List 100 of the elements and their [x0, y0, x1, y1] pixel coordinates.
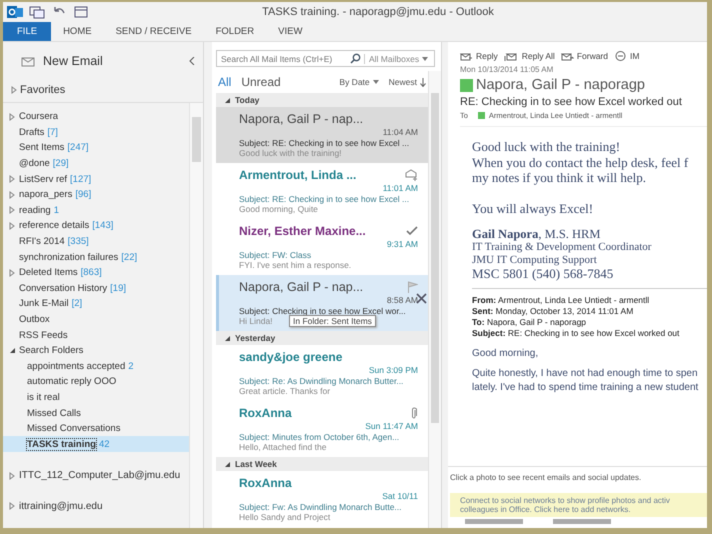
- message-line: my notes if you think it will help.: [472, 170, 648, 186]
- ribbon-tab[interactable]: FOLDER: [204, 22, 266, 41]
- meeting-response-icon: [405, 169, 418, 181]
- window-icon[interactable]: [73, 4, 89, 20]
- message-item[interactable]: RoxAnna Sun 11:47 AM Subject: Minutes from October 6th, Agen... Hello, Attached find the: [216, 401, 428, 457]
- filter-tab[interactable]: Unread: [239, 75, 283, 89]
- message-item[interactable]: sandy&joe greene Sun 3:09 PM Subject: Re: As Dwindling Monarch Butter... Great article. Thanks for: [216, 345, 428, 401]
- signature-line: JMU IT Computing Support: [472, 254, 598, 267]
- ribbon-tab[interactable]: HOME: [51, 22, 104, 41]
- folder-item[interactable]: napora_pers [96]: [3, 186, 189, 203]
- folder-item[interactable]: Search Folders: [3, 342, 189, 358]
- scrollbar[interactable]: [428, 71, 441, 528]
- group-header[interactable]: Today: [216, 93, 428, 107]
- folder-item[interactable]: Missed Calls: [3, 405, 189, 421]
- message-line: When you do contact the help desk, feel f: [472, 154, 690, 170]
- ribbon-tab[interactable]: VIEW: [266, 22, 314, 41]
- folder-item[interactable]: automatic reply OOO: [3, 374, 189, 390]
- scope-dropdown[interactable]: All Mailboxes: [364, 54, 420, 64]
- send-receive-icon[interactable]: [29, 4, 45, 20]
- folder-item[interactable]: appointments accepted 2: [3, 358, 189, 374]
- people-pane-hint: Click a photo to see recent emails and social updates.: [450, 473, 642, 482]
- folder-item[interactable]: Drafts [7]: [3, 124, 189, 140]
- caret-icon[interactable]: [422, 56, 428, 60]
- ribbon-tab[interactable]: FILE: [3, 22, 52, 41]
- expand-arrow-icon[interactable]: [9, 472, 15, 480]
- message-item[interactable]: Napora, Gail P - nap... 8:58 AM Subject: Checking in to see how Excel wor... Hi Linda! In Folder: Sent Items: [216, 275, 428, 331]
- filter-tab[interactable]: All: [216, 75, 234, 89]
- folder-item[interactable]: reference details [143]: [3, 218, 189, 234]
- sort-dropdown[interactable]: By Date: [337, 77, 381, 87]
- folder-item[interactable]: ListServ ref [127]: [3, 171, 189, 187]
- action-button[interactable]: Forward: [560, 50, 608, 62]
- signature-line: MSC 5801 (540) 568-7845: [472, 267, 614, 280]
- search-field[interactable]: Search All Mail Items (Ctrl+E) All Mailboxes: [216, 50, 435, 67]
- quoted-header-line: Subject: RE: Checking in to see how Excel worked out: [472, 328, 680, 339]
- folder-item[interactable]: @done [29]: [3, 156, 189, 172]
- folder-item[interactable]: synchronization failures [22]: [3, 249, 189, 265]
- collapse-arrow-icon[interactable]: [224, 334, 231, 342]
- folder-item[interactable]: is it real: [3, 390, 189, 406]
- expand-arrow-icon[interactable]: [11, 86, 17, 94]
- placeholder-bar: [553, 519, 611, 524]
- folder-item[interactable]: Junk E-Mail [2]: [3, 296, 189, 312]
- folder-item[interactable]: RFI's 2014 [335]: [3, 234, 189, 250]
- quoted-header-line: Sent: Monday, October 13, 2014 11:01 AM: [472, 306, 634, 317]
- chat-icon: [614, 50, 627, 62]
- sort-order-button[interactable]: Newest: [386, 77, 428, 87]
- quoted-line: Quite honestly, I have not had enough time to spen: [472, 368, 699, 379]
- expand-arrow-icon[interactable]: [9, 502, 15, 510]
- favorites-heading[interactable]: Favorites: [20, 84, 66, 96]
- search-icon[interactable]: [350, 53, 361, 64]
- collapse-arrow-icon[interactable]: [9, 347, 16, 354]
- collapse-arrow-icon[interactable]: [224, 96, 231, 104]
- folder-item[interactable]: RSS Feeds: [3, 327, 189, 343]
- expand-arrow-icon[interactable]: [9, 268, 15, 277]
- collapse-pane-icon[interactable]: [189, 57, 195, 65]
- ribbon-tab[interactable]: SEND / RECEIVE: [104, 22, 204, 41]
- folder-item[interactable]: Conversation History [19]: [3, 280, 189, 296]
- group-header[interactable]: Yesterday: [216, 331, 428, 345]
- action-button[interactable]: IM: [614, 50, 640, 62]
- message-item[interactable]: Napora, Gail P - nap... 11:04 AM Subject: RE: Checking in to see how Excel ... Good luck with the training!: [216, 107, 428, 163]
- account-item[interactable]: ittraining@jmu.edu: [3, 498, 189, 514]
- folder-item[interactable]: Coursera: [3, 109, 189, 125]
- expand-arrow-icon[interactable]: [9, 112, 15, 121]
- action-button[interactable]: Reply: [460, 50, 498, 62]
- quoted-header-line: To: Napora, Gail P - naporagp: [472, 317, 588, 328]
- signature-line: Gail Napora, M.S. HRM: [472, 228, 602, 241]
- scrollbar[interactable]: [189, 103, 203, 528]
- folder-item[interactable]: TASKS training 42: [3, 436, 189, 452]
- delete-icon[interactable]: [416, 293, 427, 304]
- presence-icon: [460, 78, 473, 92]
- social-networks-notice[interactable]: Connect to social networks to show profile photos and activ colleagues in Office. Click here to add networks.: [450, 493, 707, 517]
- new-email-button[interactable]: New Email: [19, 52, 105, 70]
- message-item[interactable]: Armentrout, Linda ... 11:01 AM Subject: RE: Checking in to see how Excel ... Good morning, Quite: [216, 163, 428, 219]
- forward-icon: [560, 50, 574, 62]
- window-title: TASKS training. - naporagp@jmu.edu - Outlook: [261, 6, 495, 18]
- paperclip-icon: [410, 406, 418, 420]
- folder-item[interactable]: Outbox: [3, 312, 189, 328]
- outlook-logo-icon[interactable]: [7, 4, 23, 20]
- message-item[interactable]: Nizer, Esther Maxine... 9:31 AM Subject: FW: Class FYI. I've sent him a response.: [216, 219, 428, 275]
- message-line: Good luck with the training!: [472, 139, 622, 154]
- sent-date: Mon 10/13/2014 11:05 AM: [460, 65, 554, 74]
- folder-item[interactable]: reading 1: [3, 202, 189, 218]
- message-subject: RE: Checking in to see how Excel worked out: [460, 96, 683, 108]
- quoted-line: lately. I've had to spend time training a new student: [472, 382, 700, 393]
- signature-line: IT Training & Development Coordinator: [472, 241, 652, 254]
- account-item[interactable]: ITTC_112_Computer_Lab@jmu.edu: [3, 468, 189, 484]
- group-header[interactable]: Last Week: [216, 457, 428, 471]
- message-item[interactable]: RoxAnna Sat 10/11 Subject: Fw: As Dwindling Monarch Butte... Hello Sandy and Project: [216, 471, 428, 527]
- reply-all-icon: [504, 50, 519, 62]
- collapse-arrow-icon[interactable]: [224, 460, 231, 468]
- folder-item[interactable]: Deleted Items [863]: [3, 264, 189, 281]
- folder-item[interactable]: Sent Items [247]: [3, 140, 189, 156]
- action-button[interactable]: Reply All: [504, 50, 555, 62]
- check-icon[interactable]: [406, 226, 418, 236]
- message-line: You will always Excel!: [472, 200, 594, 216]
- folder-item[interactable]: Missed Conversations: [3, 420, 189, 436]
- placeholder-bar: [465, 519, 523, 524]
- caret-icon[interactable]: [372, 80, 379, 84]
- sender-name[interactable]: Napora, Gail P - naporagp: [476, 77, 646, 93]
- down-arrow-icon[interactable]: [420, 78, 426, 86]
- presence-icon: [478, 112, 485, 119]
